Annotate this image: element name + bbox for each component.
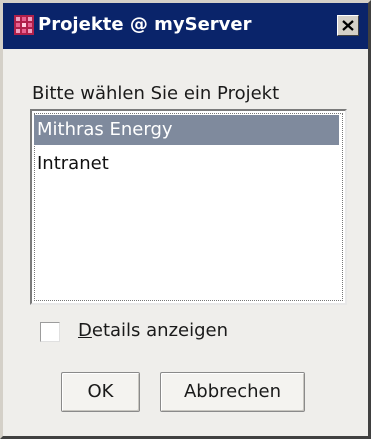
project-prompt-label: Bitte wählen Sie ein Projekt — [32, 83, 280, 104]
app-grid-icon — [14, 15, 34, 35]
title-bar[interactable]: Projekte @ myServer — [3, 3, 368, 49]
project-list[interactable]: Mithras Energy Intranet — [30, 109, 347, 305]
close-button[interactable] — [337, 15, 359, 36]
cancel-button[interactable]: Abbrechen — [160, 372, 305, 412]
close-icon — [342, 20, 354, 31]
details-mnemonic: D — [78, 320, 92, 341]
project-dialog-window: Projekte @ myServer Bitte wählen Sie ein… — [0, 0, 371, 439]
ok-button[interactable]: OK — [61, 372, 140, 412]
project-item-intranet[interactable]: Intranet — [34, 149, 339, 179]
window-title: Projekte @ myServer — [38, 14, 252, 35]
details-checkbox[interactable] — [40, 322, 60, 342]
details-label-text: etails anzeigen — [91, 320, 229, 341]
details-checkbox-label[interactable]: Details anzeigen — [78, 320, 228, 342]
project-item-mithras-energy[interactable]: Mithras Energy — [34, 115, 339, 145]
